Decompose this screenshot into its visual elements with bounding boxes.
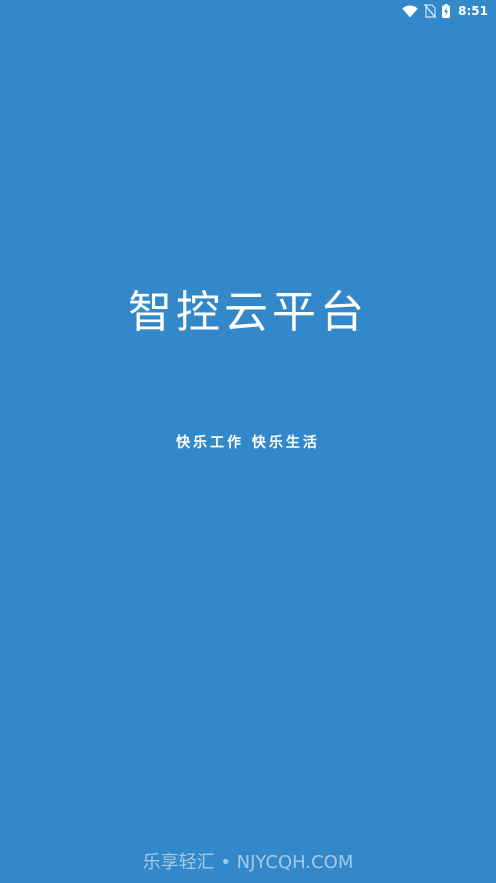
status-icons: 8:51 [402,2,488,20]
status-bar: 8:51 [0,0,496,22]
slogan-text: 快乐工作 快乐生活 [176,435,320,451]
no-sim-icon [424,4,437,18]
battery-charging-icon [442,4,451,18]
app-title: 智控云平台 [128,287,368,338]
wifi-icon [402,4,418,18]
splash-screen: 8:51 智控云平台 快乐工作 快乐生活 乐享轻汇 • NJYCQH.COM [0,0,496,883]
watermark-text: 乐享轻汇 • NJYCQH.COM [142,852,354,873]
status-time: 8:51 [458,4,488,18]
